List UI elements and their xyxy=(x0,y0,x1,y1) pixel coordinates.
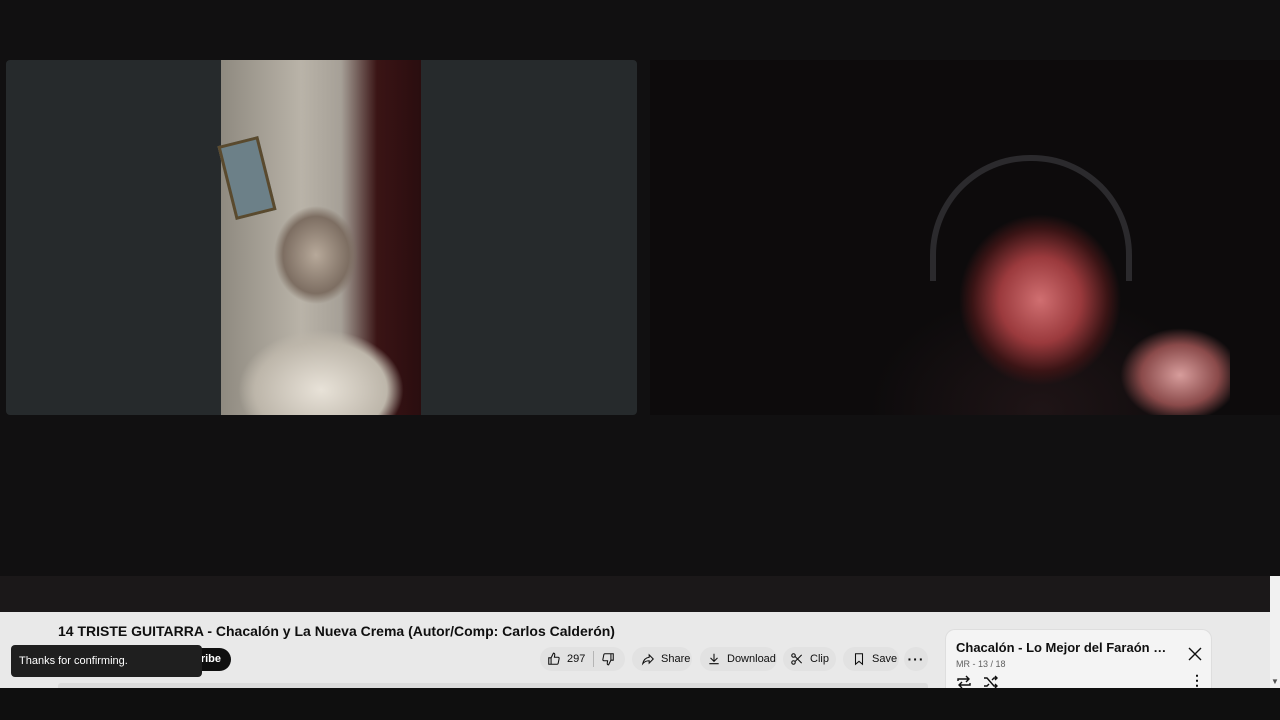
host-video-panel xyxy=(650,60,1280,415)
download-icon xyxy=(706,651,722,667)
loop-icon[interactable] xyxy=(956,675,972,689)
thumbs-up-icon[interactable] xyxy=(546,651,562,667)
guest-video-panel xyxy=(6,60,637,415)
page-scrollbar[interactable] xyxy=(1270,576,1280,688)
scissors-icon xyxy=(789,651,805,667)
wall-picture xyxy=(217,136,277,220)
shuffle-icon[interactable] xyxy=(983,675,999,689)
clip-label: Clip xyxy=(810,653,829,665)
download-button[interactable]: Download xyxy=(700,647,777,671)
share-label: Share xyxy=(661,653,691,665)
download-label: Download xyxy=(727,653,776,665)
video-player[interactable] xyxy=(0,0,1280,576)
scroll-down-arrow-icon[interactable]: ▼ xyxy=(1270,676,1280,688)
share-icon xyxy=(640,651,656,667)
like-divider xyxy=(593,651,595,667)
save-button[interactable]: Save xyxy=(843,647,899,671)
playlist-position: MR - 13 / 18 xyxy=(956,659,1006,669)
thumbs-down-icon[interactable] xyxy=(600,651,616,667)
like-count[interactable]: 297 xyxy=(567,653,585,665)
guest-webcam-feed xyxy=(217,60,421,415)
player-bottom-strip xyxy=(0,576,1270,612)
video-title: 14 TRISTE GUITARRA - Chacalón y La Nueva… xyxy=(58,623,615,639)
playlist-more-icon[interactable]: ⋮ xyxy=(1190,673,1204,687)
bookmark-icon xyxy=(851,651,867,667)
close-icon[interactable] xyxy=(1187,646,1203,662)
clip-button[interactable]: Clip xyxy=(783,647,836,671)
playlist-title[interactable]: Chacalón - Lo Mejor del Faraón de l... xyxy=(956,640,1171,655)
share-button[interactable]: Share xyxy=(632,647,692,671)
confirmation-toast: Thanks for confirming. xyxy=(11,645,202,677)
like-dislike-group: 297 xyxy=(540,647,625,671)
playlist-panel: Chacalón - Lo Mejor del Faraón de l... M… xyxy=(945,629,1212,689)
more-actions-button[interactable]: ··· xyxy=(904,647,928,671)
page-bottom-area xyxy=(0,688,1280,720)
save-label: Save xyxy=(872,653,898,665)
